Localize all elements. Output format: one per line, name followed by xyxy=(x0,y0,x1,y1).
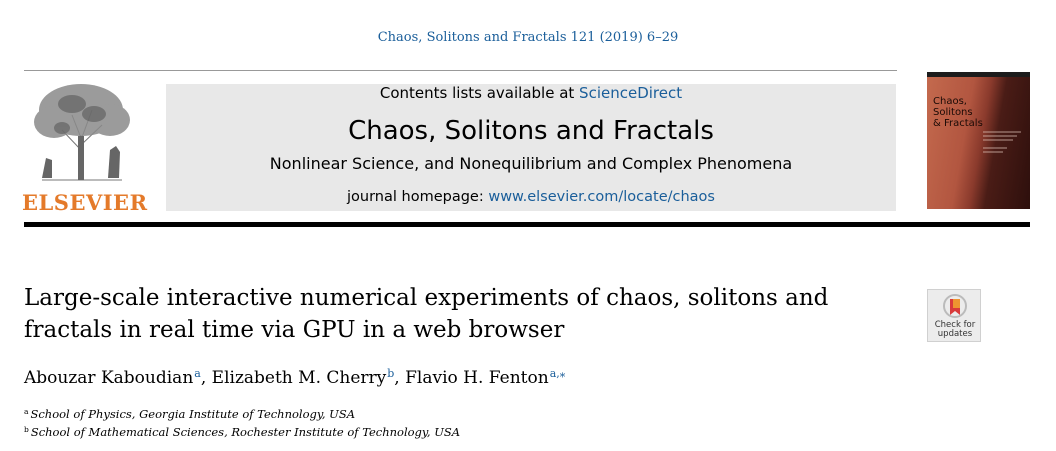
affiliation-mark: a xyxy=(24,407,29,416)
author-name[interactable]: Elizabeth M. Cherry xyxy=(212,368,387,388)
check-for-updates-button[interactable]: Check for updates xyxy=(927,289,981,342)
affiliation-list: a School of Physics, Georgia Institute of… xyxy=(24,404,460,440)
cover-fine-print-lines xyxy=(983,131,1021,153)
sciencedirect-link[interactable]: ScienceDirect xyxy=(579,84,682,102)
cover-title: Chaos, Solitons & Fractals xyxy=(933,96,983,129)
cover-fine-print xyxy=(983,130,1025,161)
contents-prefix: Contents lists available at xyxy=(379,84,580,102)
author-list: Abouzar Kaboudiana, Elizabeth M. Cherryb… xyxy=(24,367,565,388)
header-bottom-rule xyxy=(24,222,1030,227)
journal-homepage: journal homepage: www.elsevier.com/locat… xyxy=(0,189,1056,205)
cover-title-line: & Fractals xyxy=(933,118,983,129)
affiliation-item: b School of Mathematical Sciences, Roches… xyxy=(24,422,460,440)
cover-banner xyxy=(927,72,1030,77)
journal-title: Chaos, Solitons and Fractals xyxy=(348,116,714,146)
affiliation-mark: b xyxy=(24,425,29,434)
journal-homepage-link[interactable]: www.elsevier.com/locate/chaos xyxy=(488,189,715,205)
author-separator: , xyxy=(394,368,406,388)
affiliation-item: a School of Physics, Georgia Institute of… xyxy=(24,404,460,422)
journal-subtitle: Nonlinear Science, and Nonequilibrium an… xyxy=(269,154,793,173)
author-affiliation-mark[interactable]: a,⁎ xyxy=(550,367,566,380)
article-title: Large-scale interactive numerical experi… xyxy=(24,285,829,343)
author-name[interactable]: Abouzar Kaboudian xyxy=(24,368,193,388)
homepage-prefix: journal homepage: xyxy=(347,189,489,205)
affiliation-text: School of Mathematical Sciences, Rochest… xyxy=(30,425,461,439)
header-top-rule xyxy=(24,70,897,71)
author-separator: , xyxy=(200,368,212,388)
check-for-updates-label: Check for updates xyxy=(928,321,982,339)
cover-title-line: Solitons xyxy=(933,107,973,118)
author-name[interactable]: Flavio H. Fenton xyxy=(405,368,549,388)
contents-availability: Contents lists available at ScienceDirec… xyxy=(0,84,1056,102)
affiliation-text: School of Physics, Georgia Institute of … xyxy=(30,407,356,421)
bookmark-icon xyxy=(943,294,967,318)
check-label-line: updates xyxy=(937,329,973,339)
journal-cover-thumbnail[interactable]: Chaos, Solitons & Fractals xyxy=(927,72,1030,209)
cover-title-line: Chaos, xyxy=(933,96,967,107)
journal-citation[interactable]: Chaos, Solitons and Fractals 121 (2019) … xyxy=(0,30,1056,45)
